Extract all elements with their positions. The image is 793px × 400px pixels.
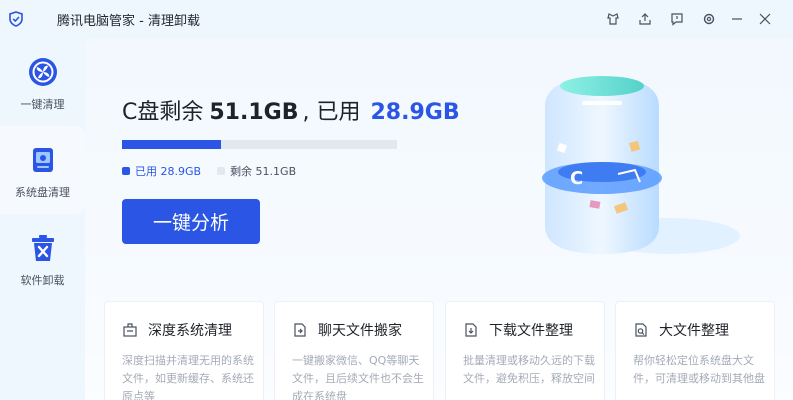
sidebar-item-label: 系统盘清理 bbox=[15, 186, 70, 199]
svg-text:C: C bbox=[570, 168, 583, 189]
feedback-icon bbox=[671, 13, 683, 26]
card-header: 聊天文件搬家 bbox=[292, 320, 402, 340]
headline-separator: , 已用 bbox=[302, 100, 361, 125]
sidebar-item-system-disk-clean[interactable]: 系统盘清理 bbox=[0, 126, 85, 214]
title-bar: 腾讯电脑管家 - 清理卸载 bbox=[0, 0, 793, 38]
sidebar-item-software-uninstall[interactable]: 软件卸载 bbox=[0, 214, 85, 302]
feedback-button[interactable] bbox=[667, 9, 687, 29]
share-button[interactable] bbox=[635, 9, 655, 29]
uninstall-bin-icon bbox=[31, 235, 54, 261]
sidebar: 一键清理 系统盘清理 软件卸载 bbox=[0, 38, 85, 400]
card-title: 大文件整理 bbox=[659, 323, 729, 339]
legend-used-swatch bbox=[122, 167, 130, 175]
legend-free-label: 剩余 51.1GB bbox=[230, 165, 297, 178]
window-title: 腾讯电脑管家 - 清理卸载 bbox=[57, 14, 200, 29]
card-deep-system-clean[interactable]: 深度系统清理 深度扫描并清理无用的系统文件，如更新缓存、系统还原点等 bbox=[104, 301, 264, 400]
close-icon bbox=[759, 13, 771, 25]
card-chat-file-move[interactable]: 聊天文件搬家 一键搬家微信、QQ等聊天文件，且后续文件也不会生成在系统盘 bbox=[274, 301, 434, 400]
fan-clean-icon bbox=[28, 58, 57, 86]
card-description: 批量清理或移动久远的下载文件，避免积压，释放空间 bbox=[463, 354, 595, 385]
gear-icon bbox=[703, 13, 715, 25]
download-organize-icon bbox=[465, 323, 477, 337]
card-large-file-organize[interactable]: 大文件整理 帮你轻松定位系统盘大文件，可清理或移动到其他盘 bbox=[615, 301, 775, 400]
disk-usage-bar-fill bbox=[122, 140, 222, 149]
card-title: 聊天文件搬家 bbox=[318, 323, 402, 339]
system-disk-icon bbox=[32, 148, 53, 172]
card-title: 深度系统清理 bbox=[148, 323, 232, 339]
legend-used-label: 已用 28.9GB bbox=[135, 165, 202, 178]
card-header: 深度系统清理 bbox=[122, 320, 232, 340]
card-header: 下载文件整理 bbox=[463, 320, 573, 340]
shield-logo-icon bbox=[9, 11, 23, 27]
settings-button[interactable] bbox=[699, 9, 719, 29]
sidebar-item-one-click-clean[interactable]: 一键清理 bbox=[0, 38, 85, 126]
card-header: 大文件整理 bbox=[633, 320, 729, 340]
free-space-value: 51.1GB bbox=[209, 100, 299, 125]
disk-usage-legend: 已用 28.9GB 剩余 51.1GB bbox=[122, 163, 296, 179]
card-download-organize[interactable]: 下载文件整理 批量清理或移动久远的下载文件，避免积压，释放空间 bbox=[445, 301, 605, 400]
disk-usage-bar bbox=[122, 140, 397, 149]
disk-cylinder-illustration: C bbox=[542, 76, 740, 254]
close-button[interactable] bbox=[755, 9, 775, 29]
chat-move-icon bbox=[294, 323, 306, 337]
card-description: 一键搬家微信、QQ等聊天文件，且后续文件也不会生成在系统盘 bbox=[292, 354, 424, 400]
analyze-button[interactable]: 一键分析 bbox=[122, 199, 260, 244]
upload-icon bbox=[639, 13, 651, 25]
used-space-value: 28.9GB bbox=[370, 100, 460, 125]
card-title: 下载文件整理 bbox=[489, 323, 573, 339]
legend-free-swatch bbox=[217, 167, 226, 175]
skin-icon bbox=[607, 13, 619, 25]
headline-prefix: C盘剩余 bbox=[122, 100, 204, 125]
large-file-icon bbox=[635, 323, 647, 337]
card-description: 帮你轻松定位系统盘大文件，可清理或移动到其他盘 bbox=[633, 354, 765, 385]
sidebar-item-label: 软件卸载 bbox=[20, 274, 65, 287]
deep-clean-icon bbox=[123, 323, 137, 337]
disk-summary: C盘剩余 51.1GB, 已用 28.9GB bbox=[122, 94, 460, 126]
sidebar-item-label: 一键清理 bbox=[20, 98, 65, 111]
main-panel: C盘剩余 51.1GB, 已用 28.9GB 已用 28.9GB 剩余 51.1GB… bbox=[85, 38, 793, 400]
minimize-icon bbox=[732, 18, 742, 20]
card-description: 深度扫描并清理无用的系统文件，如更新缓存、系统还原点等 bbox=[122, 354, 254, 400]
minimize-button[interactable] bbox=[727, 9, 747, 29]
skin-button[interactable] bbox=[603, 9, 623, 29]
